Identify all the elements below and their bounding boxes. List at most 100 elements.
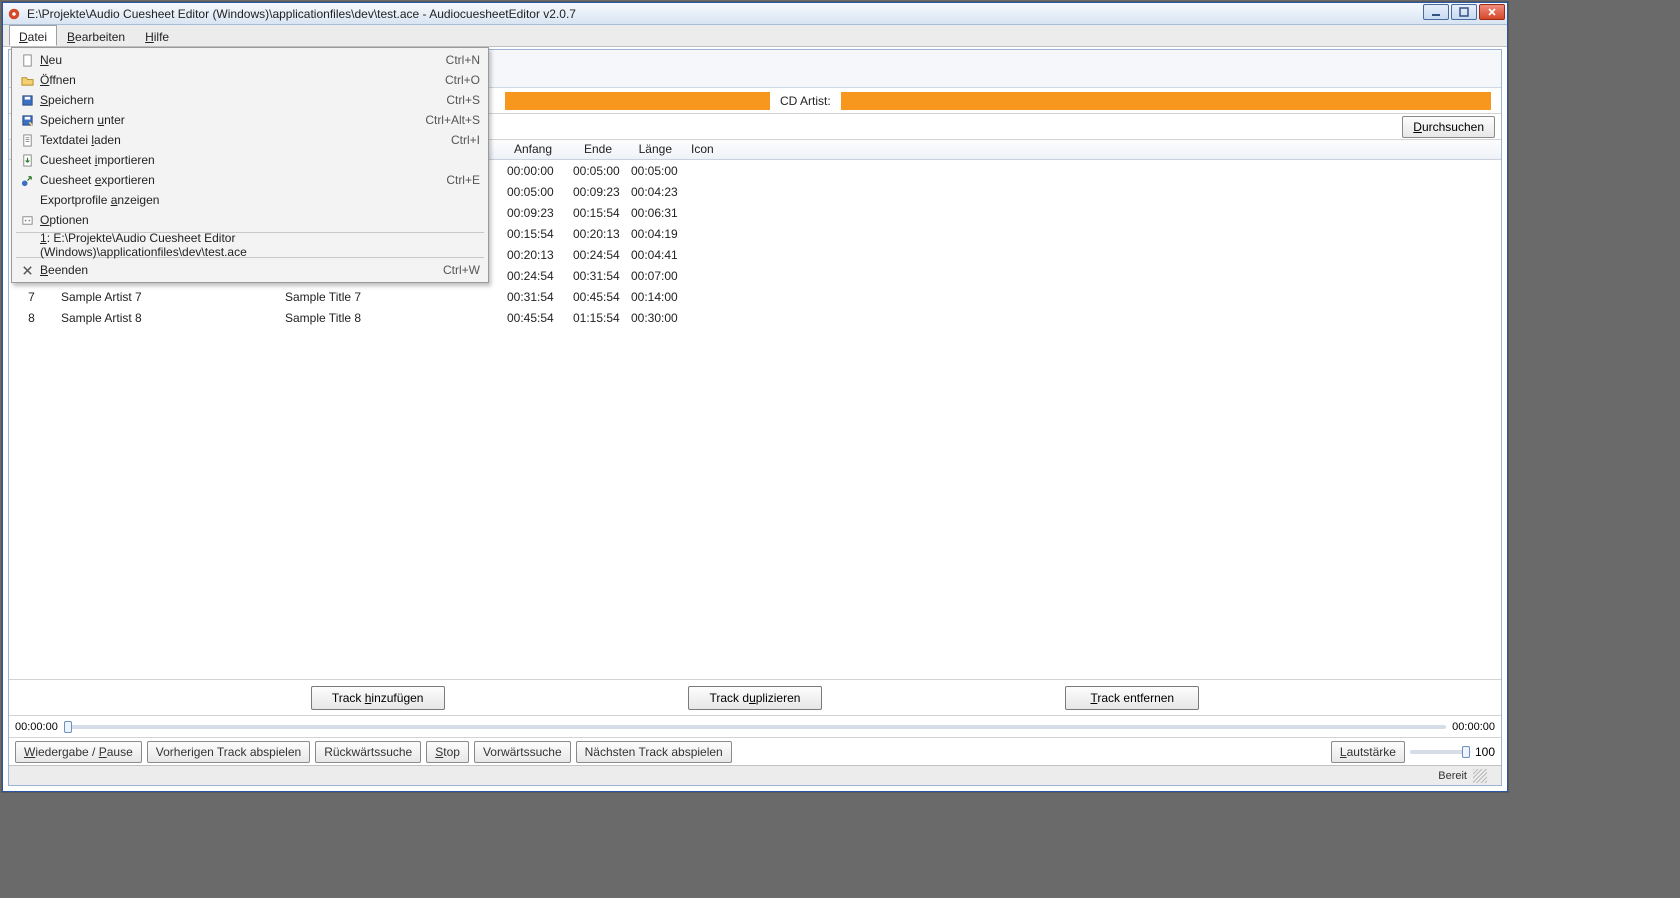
cell-nr: 7 <box>9 288 55 306</box>
menu-datei[interactable]: Datei <box>9 25 57 46</box>
col-anfang[interactable]: Anfang <box>501 140 567 159</box>
cell-icon <box>685 274 745 278</box>
position-slider-thumb[interactable] <box>64 721 72 733</box>
cell-icon <box>685 211 745 215</box>
close-button[interactable] <box>1479 4 1505 20</box>
cell-anfang: 00:05:00 <box>501 183 567 201</box>
app-window: E:\Projekte\Audio Cuesheet Editor (Windo… <box>2 2 1508 792</box>
col-laenge[interactable]: Länge <box>625 140 685 159</box>
cell-anfang: 00:15:54 <box>501 225 567 243</box>
window-title: E:\Projekte\Audio Cuesheet Editor (Windo… <box>27 7 576 21</box>
cell-anfang: 00:09:23 <box>501 204 567 222</box>
maximize-button[interactable] <box>1451 4 1477 20</box>
export-icon <box>18 174 36 187</box>
add-track-button[interactable]: Track hinzufügen <box>311 686 445 710</box>
cell-icon <box>685 253 745 257</box>
cell-anfang: 00:31:54 <box>501 288 567 306</box>
stop-button[interactable]: Stop <box>426 741 469 763</box>
cell-ende: 00:15:54 <box>567 204 625 222</box>
menu-cuesheet-importieren[interactable]: Cuesheet importieren <box>14 150 486 170</box>
app-icon <box>7 7 21 21</box>
cell-title: Sample Title 7 <box>279 288 501 306</box>
cell-title: Sample Title 8 <box>279 309 501 327</box>
cell-ende: 00:09:23 <box>567 183 625 201</box>
cell-ende: 00:24:54 <box>567 246 625 264</box>
remove-track-button[interactable]: Track entfernen <box>1065 686 1199 710</box>
menu-bearbeiten[interactable]: Bearbeiten <box>57 25 135 46</box>
next-track-button[interactable]: Nächsten Track abspielen <box>576 741 732 763</box>
cell-anfang: 00:20:13 <box>501 246 567 264</box>
volume-value: 100 <box>1475 745 1495 759</box>
cd-title-field[interactable] <box>505 92 770 110</box>
col-icon[interactable]: Icon <box>685 140 745 159</box>
import-icon <box>18 154 36 167</box>
cell-icon <box>685 190 745 194</box>
cell-ende: 00:05:00 <box>567 162 625 180</box>
save-icon <box>18 94 36 107</box>
col-ende[interactable]: Ende <box>567 140 625 159</box>
cell-icon <box>685 295 745 299</box>
cell-laenge: 00:30:00 <box>625 309 685 327</box>
cell-anfang: 00:00:00 <box>501 162 567 180</box>
menu-oeffnen[interactable]: Öffnen Ctrl+O <box>14 70 486 90</box>
menu-speichern[interactable]: Speichern Ctrl+S <box>14 90 486 110</box>
cell-nr: 8 <box>9 309 55 327</box>
menu-cuesheet-exportieren[interactable]: Cuesheet exportieren Ctrl+E <box>14 170 486 190</box>
playback-row: Wiedergabe / Pause Vorherigen Track absp… <box>9 737 1501 765</box>
status-text: Bereit <box>1438 770 1467 782</box>
play-pause-button[interactable]: Wiedergabe / Pause <box>15 741 142 763</box>
cell-ende: 00:45:54 <box>567 288 625 306</box>
open-folder-icon <box>18 74 36 87</box>
resize-grip-icon[interactable] <box>1473 769 1487 783</box>
cell-laenge: 00:05:00 <box>625 162 685 180</box>
status-bar: Bereit <box>9 765 1501 785</box>
volume-slider-thumb[interactable] <box>1462 746 1470 758</box>
cell-icon <box>685 169 745 173</box>
volume-button[interactable]: Lautstärke <box>1331 741 1405 763</box>
cell-laenge: 00:04:23 <box>625 183 685 201</box>
volume-slider[interactable] <box>1410 750 1470 754</box>
cd-artist-label: CD Artist: <box>776 94 835 108</box>
duplicate-track-button[interactable]: Track duplizieren <box>688 686 822 710</box>
menu-optionen[interactable]: Optionen <box>14 210 486 230</box>
menu-textdatei-laden[interactable]: Textdatei laden Ctrl+I <box>14 130 486 150</box>
cell-icon <box>685 316 745 320</box>
cell-ende: 00:20:13 <box>567 225 625 243</box>
position-slider[interactable] <box>64 725 1446 729</box>
datei-dropdown: Neu Ctrl+N Öffnen Ctrl+O Speichern Ctrl+… <box>11 47 489 283</box>
menu-exportprofile[interactable]: Exportprofile anzeigen <box>14 190 486 210</box>
window-controls <box>1423 4 1505 20</box>
menu-neu[interactable]: Neu Ctrl+N <box>14 50 486 70</box>
cell-laenge: 00:04:19 <box>625 225 685 243</box>
position-start: 00:00:00 <box>15 721 58 733</box>
cell-icon <box>685 232 745 236</box>
prev-track-button[interactable]: Vorherigen Track abspielen <box>147 741 310 763</box>
position-slider-row: 00:00:00 00:00:00 <box>9 715 1501 737</box>
options-icon <box>18 214 36 227</box>
menu-beenden[interactable]: Beenden Ctrl+W <box>14 260 486 280</box>
cell-laenge: 00:07:00 <box>625 267 685 285</box>
menu-speichern-unter[interactable]: Speichern unter Ctrl+Alt+S <box>14 110 486 130</box>
cell-ende: 00:31:54 <box>567 267 625 285</box>
save-as-icon <box>18 114 36 127</box>
minimize-button[interactable] <box>1423 4 1449 20</box>
cell-artist: Sample Artist 8 <box>55 309 279 327</box>
new-file-icon <box>18 54 36 67</box>
cd-artist-field[interactable] <box>841 92 1491 110</box>
table-row[interactable]: 8Sample Artist 8Sample Title 800:45:5401… <box>9 307 1501 328</box>
menu-hilfe[interactable]: Hilfe <box>135 25 179 46</box>
cell-artist: Sample Artist 7 <box>55 288 279 306</box>
forward-button[interactable]: Vorwärtssuche <box>474 741 571 763</box>
cell-anfang: 00:24:54 <box>501 267 567 285</box>
cell-laenge: 00:06:31 <box>625 204 685 222</box>
browse-button[interactable]: Durchsuchen <box>1402 116 1495 138</box>
position-end: 00:00:00 <box>1452 721 1495 733</box>
cell-laenge: 00:04:41 <box>625 246 685 264</box>
cell-anfang: 00:45:54 <box>501 309 567 327</box>
cell-laenge: 00:14:00 <box>625 288 685 306</box>
table-row[interactable]: 7Sample Artist 7Sample Title 700:31:5400… <box>9 286 1501 307</box>
cell-ende: 01:15:54 <box>567 309 625 327</box>
menu-recent-1[interactable]: 1: E:\Projekte\Audio Cuesheet Editor (Wi… <box>14 235 486 255</box>
rewind-button[interactable]: Rückwärtssuche <box>315 741 421 763</box>
exit-icon <box>18 264 36 277</box>
